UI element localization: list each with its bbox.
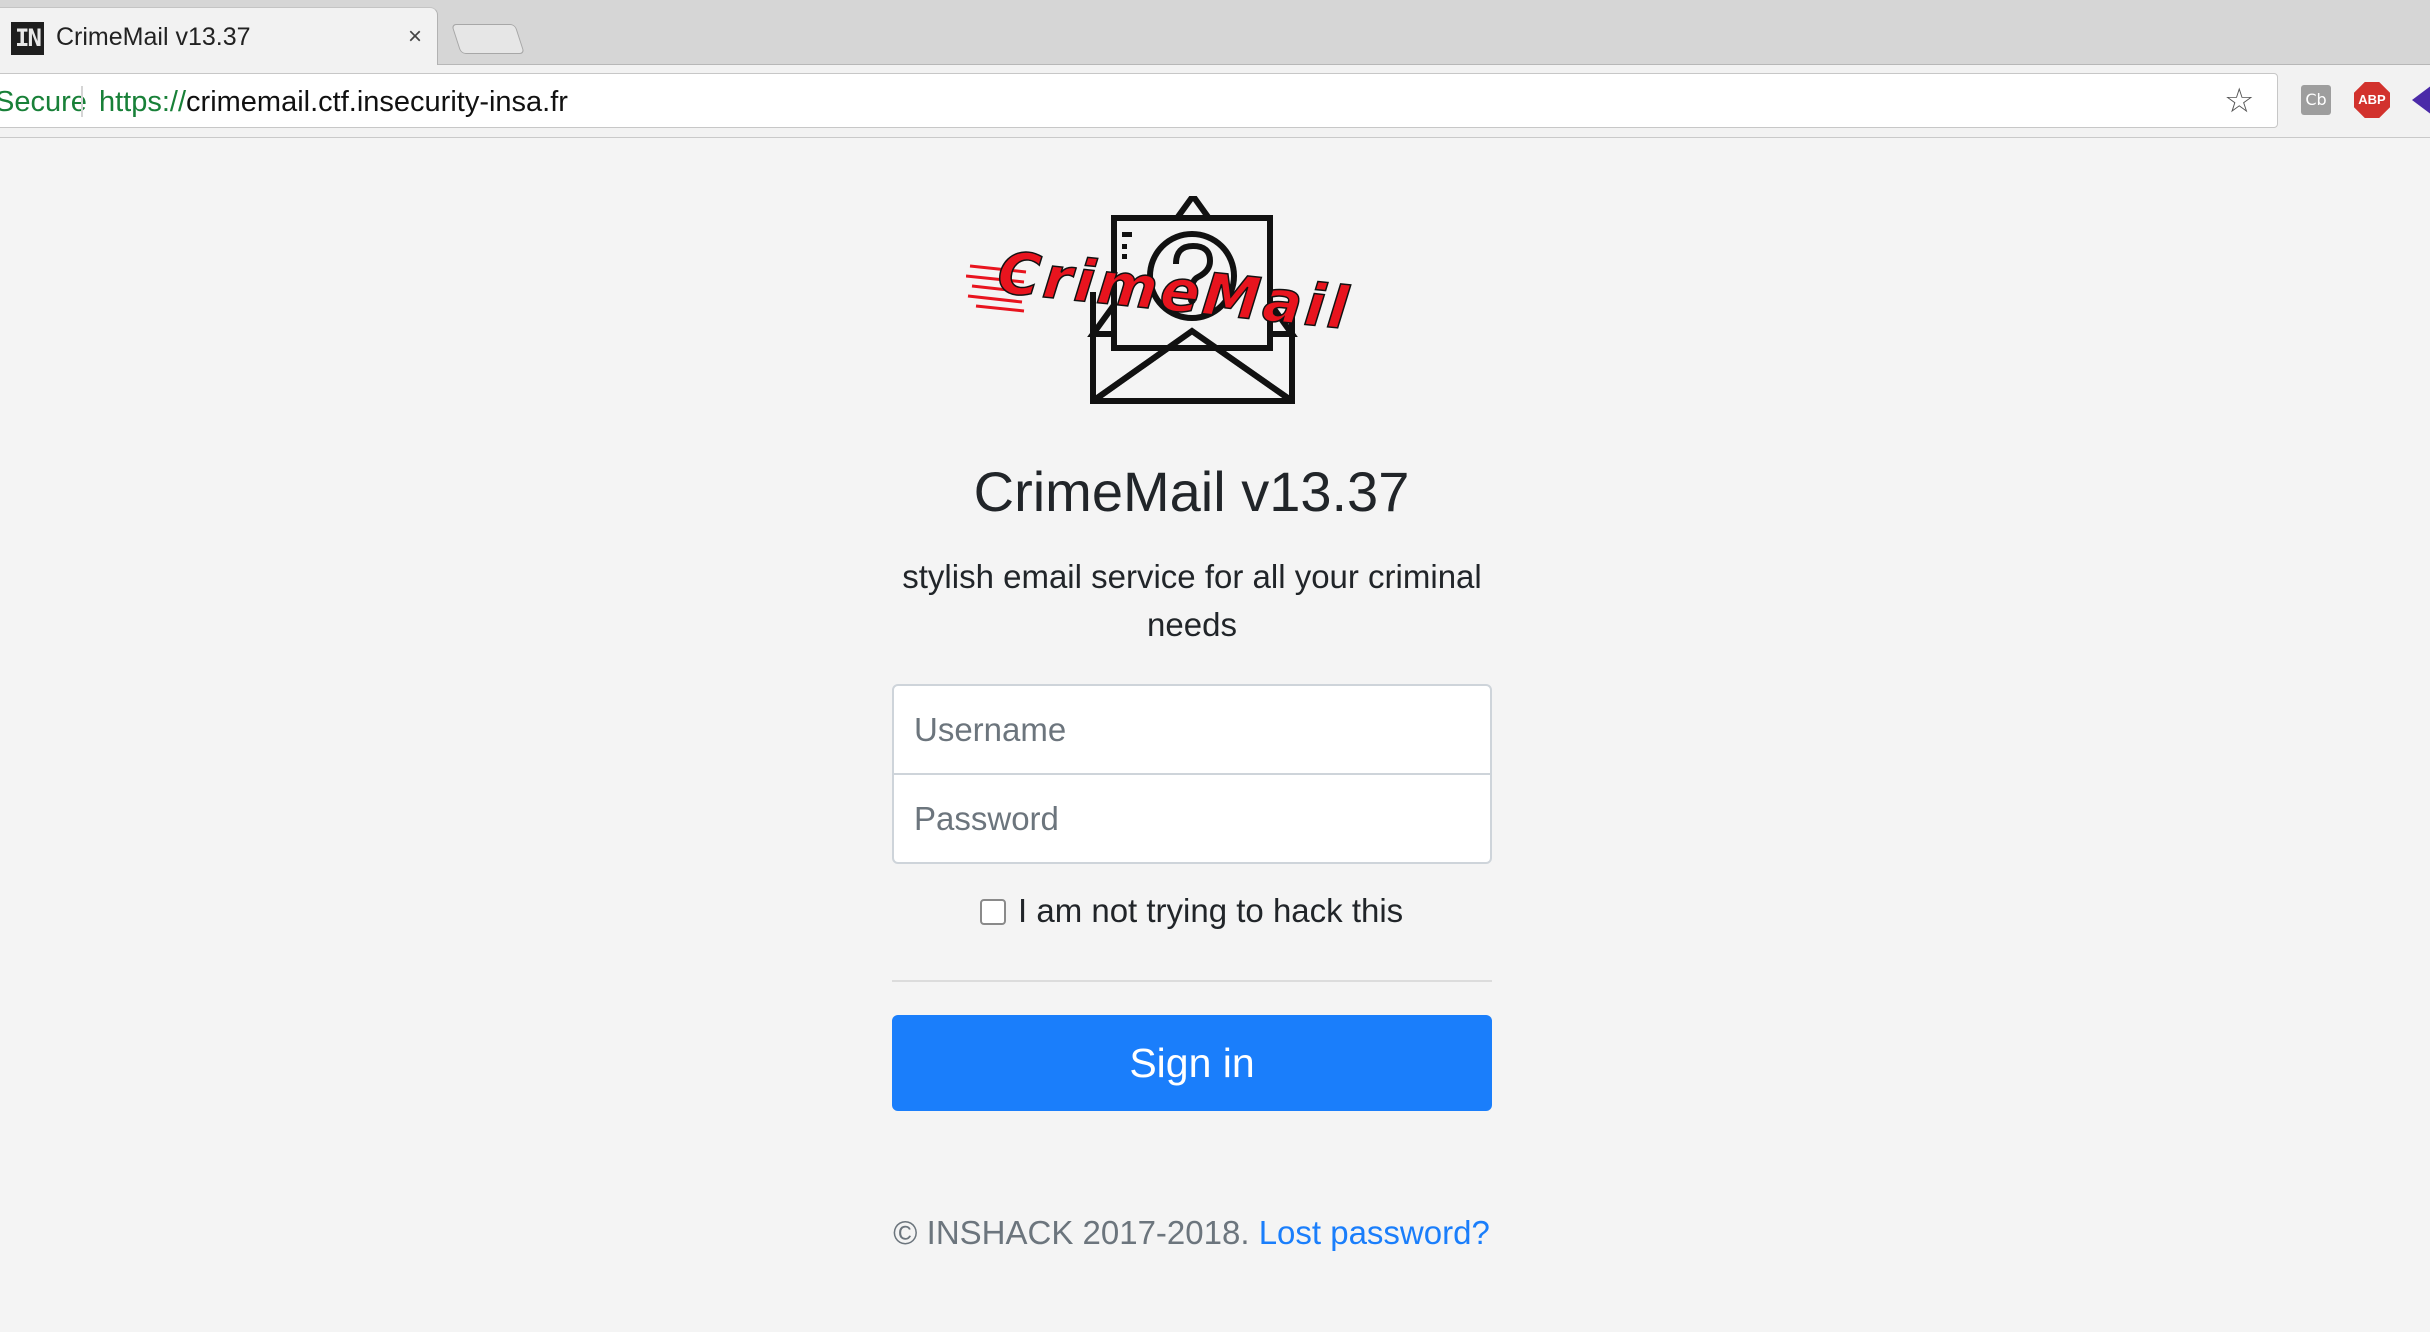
url-host: crimemail.ctf.insecurity-insa.fr — [186, 86, 568, 118]
browser-toolbar: Secure https://crimemail.ctf.insecurity-… — [0, 65, 2430, 138]
new-tab-button[interactable] — [451, 24, 525, 54]
favicon-icon: IN — [11, 22, 44, 55]
extension-cb-icon[interactable]: Cb — [2301, 85, 2331, 115]
address-bar[interactable]: Secure https://crimemail.ctf.insecurity-… — [0, 73, 2278, 128]
secure-label: Secure — [0, 86, 87, 118]
envelope-question-icon: CrimeMail — [965, 190, 1355, 404]
star-icon[interactable]: ☆ — [2224, 83, 2254, 119]
lost-password-link[interactable]: Lost password? — [1259, 1214, 1490, 1251]
copyright-text: © INSHACK 2017-2018. — [893, 1214, 1250, 1251]
address-bar-divider — [81, 86, 83, 117]
url-text[interactable]: https://crimemail.ctf.insecurity-insa.fr — [99, 85, 568, 119]
checkbox-label[interactable]: I am not trying to hack this — [1018, 891, 1403, 931]
adblock-icon[interactable]: ABP — [2354, 82, 2390, 118]
form-divider — [892, 980, 1492, 982]
sign-in-button[interactable]: Sign in — [892, 1015, 1492, 1111]
login-form — [892, 684, 1492, 865]
page-subtitle: stylish email service for all your crimi… — [902, 558, 1482, 643]
extension-purple-icon[interactable] — [2412, 85, 2430, 115]
page-title: CrimeMail v13.37 — [973, 460, 1410, 523]
username-field[interactable] — [892, 684, 1492, 775]
browser-tab[interactable]: IN CrimeMail v13.37 × — [0, 7, 438, 65]
tab-title: CrimeMail v13.37 — [56, 23, 251, 51]
not-hacking-checkbox[interactable] — [980, 899, 1006, 925]
footer: © INSHACK 2017-2018. Lost password? — [0, 1212, 2383, 1254]
url-scheme: https:// — [99, 86, 187, 118]
browser-tabstrip: IN CrimeMail v13.37 × — [0, 0, 2430, 65]
password-field[interactable] — [892, 773, 1492, 864]
close-icon[interactable]: × — [408, 23, 422, 51]
crimemail-logo: CrimeMail — [965, 190, 1410, 410]
